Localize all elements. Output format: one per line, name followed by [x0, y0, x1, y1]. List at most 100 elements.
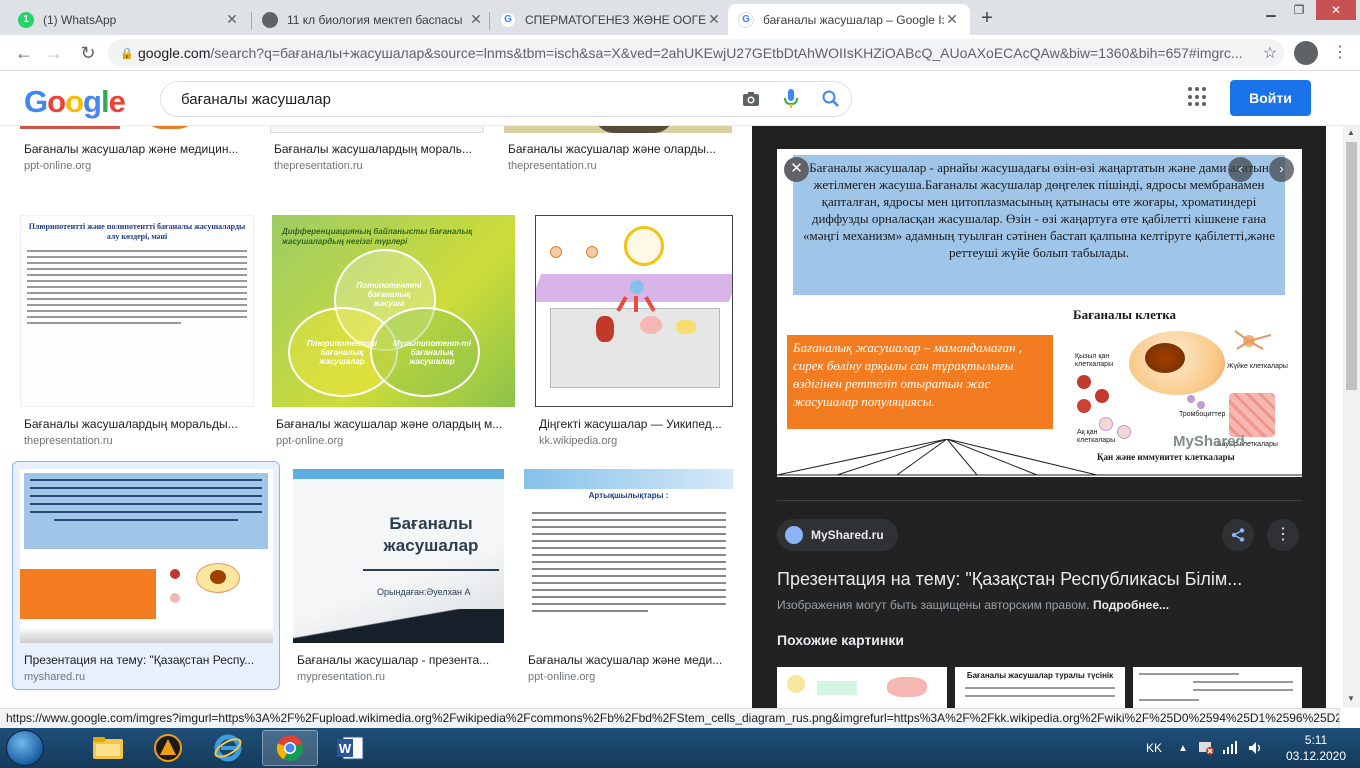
maximize-button[interactable]: ❐ — [1284, 0, 1314, 20]
internet-explorer-icon[interactable] — [200, 730, 256, 766]
google-apps-icon[interactable] — [1188, 87, 1208, 107]
result-thumbnail[interactable] — [20, 469, 273, 643]
close-icon[interactable]: ✕ — [944, 11, 960, 28]
minimize-button[interactable]: ▁ — [1256, 0, 1286, 20]
share-button[interactable] — [1222, 519, 1254, 551]
chrome-taskbar-icon[interactable] — [262, 730, 318, 766]
result-title[interactable]: Бағаналы жасушалардың моральды... — [24, 417, 252, 431]
result-title[interactable]: Бағаналы жасушалар және оларды... — [508, 142, 732, 156]
result-title[interactable]: Презентация на тему: "Қазақстан Респу... — [24, 653, 269, 667]
language-indicator[interactable]: KK — [1146, 728, 1162, 768]
image-result[interactable]: Діңгекті жасушалар — Уикипед... kk.wikip… — [535, 215, 733, 455]
image-results-grid: Бағаналы жасушалар және медицин... ppt-o… — [0, 126, 752, 708]
svg-text:W: W — [339, 741, 352, 756]
similar-image[interactable]: Бағаналы жасушалар туралы түсінік — [955, 667, 1125, 708]
result-thumbnail[interactable]: Бағаналы жасушалар Орындаған:Әуелхан А — [293, 469, 504, 643]
result-site: thepresentation.ru — [508, 160, 597, 172]
profile-avatar-icon[interactable] — [1294, 41, 1318, 65]
vlc-media-player-icon[interactable] — [140, 730, 196, 766]
result-thumbnail[interactable]: Дифференциацияның байланысты бағаналық ж… — [272, 215, 515, 407]
image-result[interactable]: Дифференциацияның байланысты бағаналық ж… — [272, 215, 515, 455]
system-clock[interactable]: 5:11 03.12.2020 — [1284, 732, 1348, 764]
file-explorer-icon[interactable] — [80, 730, 136, 766]
google-logo[interactable]: Google — [24, 84, 126, 120]
bookmark-star-icon[interactable]: ☆ — [1256, 43, 1284, 63]
tray-arrow-icon[interactable]: ▲ — [1178, 728, 1188, 768]
result-title[interactable]: Бағаналы жасушалар - презента... — [297, 653, 502, 667]
windows-taskbar: W KK ▲ 5:11 03.12.2020 — [0, 728, 1360, 768]
microsoft-word-icon[interactable]: W — [322, 730, 378, 766]
tab-whatsapp[interactable]: 1 (1) WhatsApp ✕ — [8, 4, 250, 35]
scroll-down-arrow-icon[interactable]: ▼ — [1347, 694, 1355, 703]
close-preview-button[interactable]: ✕ — [784, 157, 809, 182]
result-title[interactable]: Бағаналы жасушалар және медицин... — [24, 142, 252, 156]
source-site-chip[interactable]: MyShared.ru — [777, 519, 898, 551]
browser-menu-icon[interactable]: ⋮ — [1330, 41, 1350, 65]
tab-title: 11 кл биология мектеп баспасы — [287, 12, 463, 27]
forward-arrow-icon[interactable]: → — [42, 41, 66, 65]
image-result[interactable]: Артықшылықтары : Бағаналы жасушалар және… — [524, 469, 733, 691]
result-thumbnail[interactable] — [270, 126, 484, 133]
image-result[interactable]: Бағаналы жасушалардың мораль... theprese… — [270, 126, 484, 194]
result-site: mypresentation.ru — [297, 671, 386, 683]
new-tab-button[interactable]: + — [974, 6, 1000, 32]
search-icon[interactable] — [811, 81, 851, 117]
venn-label: Мультипотент-ті бағаналық жасушалар — [393, 339, 471, 366]
tab-title: СПЕРМАТОГЕНЕЗ ЖӘНЕ ООГЕНЕЗ — [525, 12, 706, 27]
volume-icon[interactable] — [1248, 728, 1264, 768]
similar-image[interactable] — [777, 667, 947, 708]
image-result-selected[interactable]: Презентация на тему: "Қазақстан Респу...… — [12, 461, 280, 691]
scroll-up-arrow-icon[interactable]: ▲ — [1347, 128, 1355, 137]
image-result[interactable]: Бағаналы жасушалар және медицин... ppt-o… — [20, 126, 254, 194]
link-status-bubble: https://www.google.com/imgres?imgurl=htt… — [0, 708, 1340, 728]
next-image-button[interactable]: › — [1269, 157, 1294, 182]
cell-label: Қызыл қан клеткалары — [1075, 353, 1114, 368]
result-thumbnail[interactable]: Артықшылықтары : — [524, 469, 733, 643]
result-thumbnail[interactable] — [504, 126, 732, 133]
window-close-button[interactable]: ✕ — [1316, 0, 1356, 20]
similar-image[interactable] — [1133, 667, 1302, 708]
google-g-icon: G — [738, 11, 754, 28]
result-thumbnail[interactable] — [20, 126, 254, 129]
result-site: thepresentation.ru — [274, 160, 363, 172]
search-input[interactable] — [181, 90, 731, 108]
google-header: Google Войти — [0, 71, 1360, 126]
learn-more-link[interactable]: Подробнее... — [1093, 598, 1169, 612]
reload-icon[interactable]: ↻ — [76, 41, 100, 65]
preview-image[interactable]: Бағаналы жасушалар - арнайы жасушадағы ө… — [777, 149, 1302, 477]
more-options-button[interactable]: ⋮ — [1267, 519, 1299, 551]
tab-title: бағаналы жасушалар – Google Іздеу — [763, 12, 944, 27]
camera-icon[interactable] — [731, 81, 771, 117]
close-icon[interactable]: ✕ — [224, 11, 240, 28]
sign-in-button[interactable]: Войти — [1230, 80, 1311, 116]
address-bar[interactable]: 🔒 google.com/search?q=бағаналы+жасушалар… — [108, 39, 1284, 67]
tab-biology-book[interactable]: 11 кл биология мектеп баспасы ✕ — [252, 4, 494, 35]
result-title[interactable]: Бағаналы жасушалар және меди... — [528, 653, 733, 667]
page-scrollbar[interactable]: ▲ ▼ — [1326, 126, 1360, 708]
back-arrow-icon[interactable]: ← — [12, 41, 36, 65]
result-thumbnail[interactable] — [535, 215, 733, 407]
previous-image-button[interactable]: ‹ — [1228, 157, 1253, 182]
result-thumbnail[interactable]: Плюрипотентті және полипотентті бағаналы… — [20, 215, 254, 407]
image-result[interactable]: Бағаналы жасушалар Орындаған:Әуелхан А Б… — [293, 469, 504, 691]
tab-image-search[interactable]: G бағаналы жасушалар – Google Іздеу ✕ — [728, 4, 970, 35]
thumb-heading: Артықшылықтары : — [588, 491, 669, 500]
result-title[interactable]: Бағаналы жасушалар және олардың м... — [276, 417, 514, 431]
tab-spermatogenesis[interactable]: G СПЕРМАТОГЕНЕЗ ЖӘНЕ ООГЕНЕЗ ✕ — [490, 4, 732, 35]
venn-label: Потипотентті бағаналық жасуша — [356, 281, 422, 308]
preview-title[interactable]: Презентация на тему: "Қазақстан Республи… — [777, 569, 1302, 590]
result-title[interactable]: Діңгекті жасушалар — Уикипед... — [539, 417, 733, 431]
scrollbar-thumb[interactable] — [1346, 142, 1357, 390]
microphone-icon[interactable] — [771, 81, 811, 117]
image-result[interactable]: Плюрипотентті және полипотентті бағаналы… — [20, 215, 254, 455]
image-result[interactable]: Бағаналы жасушалар және оларды... thepre… — [504, 126, 732, 194]
close-icon[interactable]: ✕ — [706, 11, 722, 28]
windows-start-button[interactable] — [6, 730, 44, 766]
divider — [777, 500, 1302, 501]
source-site-label: MyShared.ru — [811, 528, 884, 542]
network-icon[interactable] — [1222, 728, 1238, 768]
close-icon[interactable]: ✕ — [468, 11, 484, 28]
result-title[interactable]: Бағаналы жасушалардың мораль... — [274, 142, 484, 156]
tab-title: (1) WhatsApp — [43, 12, 117, 27]
action-center-icon[interactable] — [1198, 728, 1214, 768]
